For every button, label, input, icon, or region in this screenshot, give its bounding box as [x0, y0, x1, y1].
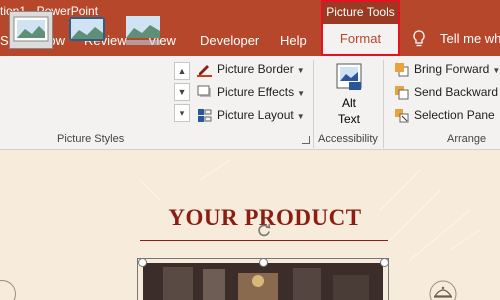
lightbulb-icon[interactable]: [412, 30, 426, 48]
selection-pane-icon: [395, 109, 409, 123]
arrange-group-label: Arrange: [447, 133, 487, 145]
tell-me-box[interactable]: Tell me wha: [440, 31, 500, 46]
picture-layout-button[interactable]: Picture Layout ▼: [197, 108, 307, 124]
gallery-scroll-up-button[interactable]: ▲: [174, 62, 190, 80]
alt-text-label-1: Alt: [341, 96, 356, 110]
picture-style-option[interactable]: [66, 12, 108, 48]
accessibility-group-label: Accessibility: [318, 133, 378, 145]
resize-handle-top-left[interactable]: [138, 258, 147, 267]
rotate-handle-icon[interactable]: [256, 222, 272, 238]
cloche-icon: [429, 280, 457, 300]
alt-text-label-2: Text: [337, 112, 360, 126]
alt-text-icon: [336, 63, 362, 90]
picture-effects-button[interactable]: Picture Effects ▼: [197, 85, 307, 101]
group-separator: [313, 60, 314, 148]
pencil-icon: [197, 65, 212, 77]
gallery-more-button[interactable]: ▾: [174, 104, 190, 122]
selection-pane-button[interactable]: Selection Pane: [394, 108, 500, 124]
slide-title[interactable]: YOUR PRODUCT: [0, 205, 500, 231]
send-backward-button[interactable]: Send Backward▼: [394, 85, 500, 101]
gallery-scroll-down-button[interactable]: ▼: [174, 83, 190, 101]
picture-effects-icon: [197, 85, 211, 97]
tab-help[interactable]: Help: [280, 33, 307, 48]
tab-format[interactable]: Format: [321, 24, 400, 56]
bring-forward-icon: [395, 63, 409, 77]
title-underline: [140, 240, 388, 241]
picture-style-option[interactable]: [122, 12, 164, 48]
resize-handle-top-middle[interactable]: [259, 258, 268, 267]
resize-handle-top-right[interactable]: [380, 258, 389, 267]
send-backward-icon: [395, 86, 409, 100]
picture-tools-context-header: Picture Tools: [321, 0, 400, 24]
bring-forward-button[interactable]: Bring Forward ▼: [394, 62, 500, 78]
group-separator: [383, 60, 384, 148]
picture-border-button[interactable]: Picture Border ▼: [197, 62, 307, 78]
dialog-launcher-icon[interactable]: [302, 136, 310, 144]
picture-layout-icon: [198, 109, 212, 122]
tab-developer[interactable]: Developer: [200, 33, 259, 48]
picture-styles-group-label: Picture Styles: [57, 133, 125, 145]
picture-style-option[interactable]: [9, 11, 53, 49]
alt-text-button[interactable]: Alt Text: [330, 62, 368, 130]
